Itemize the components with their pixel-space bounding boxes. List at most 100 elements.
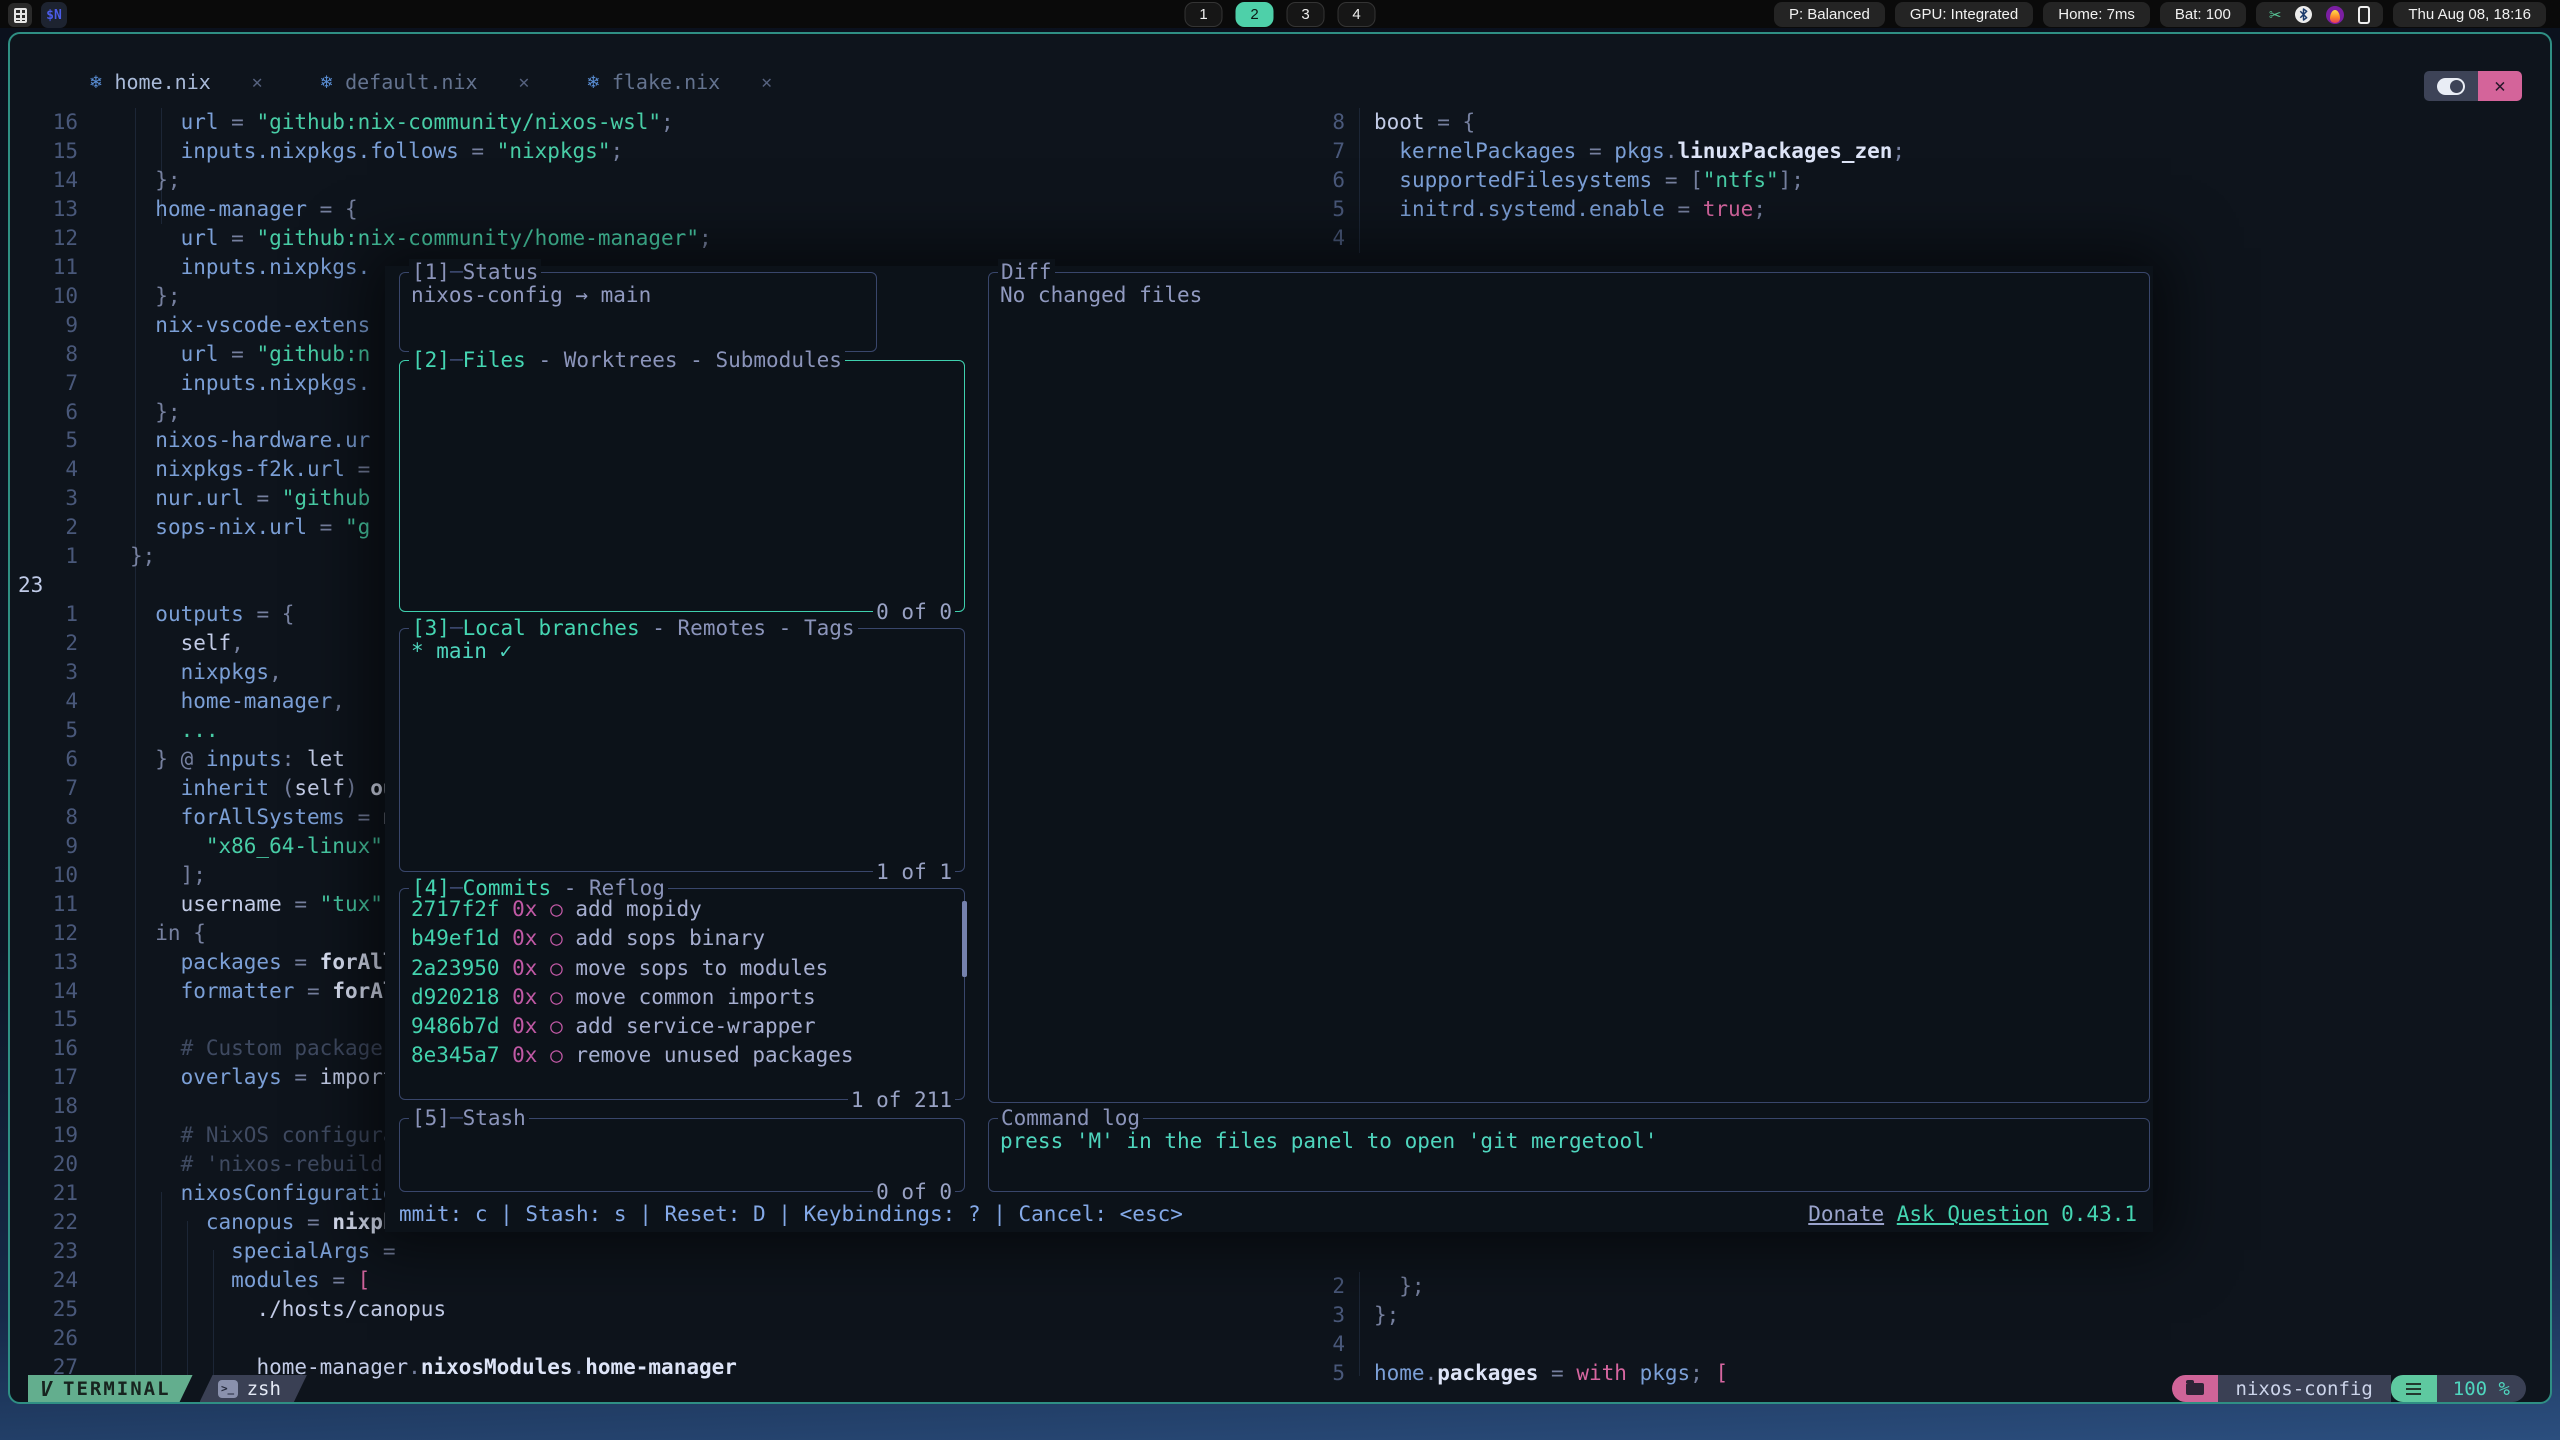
bluetooth-icon[interactable] xyxy=(2295,6,2312,23)
code-text: username = "tux"; xyxy=(130,890,396,919)
code-token xyxy=(130,979,181,1003)
code-token: = xyxy=(282,892,320,916)
lazygit-status-panel[interactable]: [1]─Status nixos-config → main xyxy=(399,272,877,352)
code-text: outputs = { xyxy=(130,600,294,629)
clock[interactable]: Thu Aug 08, 18:16 xyxy=(2393,2,2546,27)
mode-indicator[interactable]: VTERMINAL xyxy=(28,1375,193,1402)
status-pill[interactable]: Bat: 100 xyxy=(2160,2,2246,27)
repo-name[interactable]: nixos-config xyxy=(2218,1375,2391,1402)
code-token xyxy=(130,834,206,858)
code-line: 4 xyxy=(10,1330,2550,1359)
line-number: 4 xyxy=(1282,224,1345,253)
code-token: }; xyxy=(1374,1303,1399,1327)
lazygit-commits-panel[interactable]: [4]─Commits - Reflog 2717f2f 0x ○ add mo… xyxy=(399,888,965,1100)
code-token xyxy=(130,1123,181,1147)
panel-key: [5] xyxy=(412,1106,450,1130)
command-log-content: press 'M' in the files panel to open 'gi… xyxy=(1000,1127,1657,1156)
code-token: sops-nix.url xyxy=(155,515,307,539)
code-text: }; xyxy=(1374,1301,1399,1330)
scissors-icon[interactable]: ✂ xyxy=(2269,6,2282,24)
code-token: inputs.nixpkgs. xyxy=(181,371,371,395)
code-token: nixos-hardware.ur xyxy=(155,428,370,452)
code-token: = xyxy=(1652,168,1690,192)
code-token: "github xyxy=(282,486,371,510)
workspace-button-3[interactable]: 3 xyxy=(1287,2,1325,27)
lazygit-popup: [1]─Status nixos-config → main [2]─Files… xyxy=(385,266,2153,1232)
workspace-button-2[interactable]: 2 xyxy=(1236,2,1274,27)
status-pill[interactable]: P: Balanced xyxy=(1774,2,1885,27)
code-token xyxy=(130,631,181,655)
code-token: = xyxy=(345,457,370,481)
code-token: } @ xyxy=(130,747,206,771)
commit-row[interactable]: 9486b7d 0x ○ add service-wrapper xyxy=(411,1012,854,1041)
status-pill[interactable]: GPU: Integrated xyxy=(1895,2,2033,27)
commit-mark: 0x ○ xyxy=(512,985,575,1009)
lazygit-diff-panel[interactable]: Diff No changed files xyxy=(988,272,2150,1103)
code-line: 6 supportedFilesystems = ["ntfs"]; xyxy=(10,166,2550,195)
commit-hash: b49ef1d xyxy=(411,926,512,950)
lazygit-command-log-panel[interactable]: Command log press 'M' in the files panel… xyxy=(988,1118,2150,1192)
code-token: = { xyxy=(244,602,295,626)
commit-row[interactable]: b49ef1d 0x ○ add sops binary xyxy=(411,924,854,953)
bluetooth-glyph xyxy=(2298,8,2309,21)
code-token: "github:n xyxy=(256,342,370,366)
code-token xyxy=(1374,197,1399,221)
line-number: 13 xyxy=(18,948,78,977)
code-token xyxy=(130,776,181,800)
line-number: 14 xyxy=(18,977,78,1006)
apps-grid-icon[interactable] xyxy=(8,3,32,27)
phone-icon[interactable] xyxy=(2358,6,2370,24)
commit-row[interactable]: d920218 0x ○ move common imports xyxy=(411,983,854,1012)
commit-row[interactable]: 8e345a7 0x ○ remove unused packages xyxy=(411,1041,854,1070)
commit-row[interactable]: 2717f2f 0x ○ add mopidy xyxy=(411,895,854,924)
list-icon xyxy=(2406,1383,2421,1395)
shell-tab[interactable]: >_zsh xyxy=(200,1375,307,1402)
code-token xyxy=(130,371,181,395)
commit-row[interactable]: 2a23950 0x ○ move sops to modules xyxy=(411,954,854,983)
topbar-left-icons: $N xyxy=(8,2,67,28)
line-number: 23 xyxy=(18,1237,78,1266)
lazygit-stash-panel[interactable]: [5]─Stash 0 of 0 xyxy=(399,1118,965,1192)
commits-scrollbar[interactable] xyxy=(962,901,967,977)
commit-mark: 0x ○ xyxy=(512,956,575,980)
code-text: overlays = import xyxy=(130,1063,396,1092)
lazygit-files-panel[interactable]: [2]─Files - Worktrees - Submodules 0 of … xyxy=(399,360,965,612)
code-token: ; xyxy=(1791,168,1804,192)
code-token xyxy=(130,457,155,481)
zellij-status-bar: VTERMINAL >_zsh nixos-config 100 % xyxy=(10,1375,2550,1402)
code-text: nix-vscode-extens xyxy=(130,311,370,340)
code-token xyxy=(130,1036,181,1060)
commit-message: add mopidy xyxy=(575,897,701,921)
terminal-icon: >_ xyxy=(218,1380,238,1398)
line-number: 1 xyxy=(18,542,78,571)
workspace-button-1[interactable]: 1 xyxy=(1185,2,1223,27)
code-line: 3}; xyxy=(10,1301,2550,1330)
ask-question-link[interactable]: Ask Question xyxy=(1897,1202,2049,1226)
code-token: self xyxy=(294,776,345,800)
code-token: . xyxy=(1665,139,1678,163)
nix-shell-icon[interactable]: $N xyxy=(41,2,67,28)
code-text: home-manager, xyxy=(130,687,345,716)
code-token xyxy=(130,689,181,713)
commit-list: 2717f2f 0x ○ add mopidyb49ef1d 0x ○ add … xyxy=(411,895,854,1071)
donate-link[interactable]: Donate xyxy=(1808,1202,1884,1226)
code-token xyxy=(130,342,181,366)
status-pill[interactable]: Home: 7ms xyxy=(2043,2,2150,27)
repo-folder-segment[interactable] xyxy=(2172,1375,2218,1402)
line-number: 6 xyxy=(18,745,78,774)
line-number: 21 xyxy=(18,1179,78,1208)
branch-item[interactable]: * main ✓ xyxy=(411,637,512,666)
code-token: initrd.systemd.enable xyxy=(1399,197,1665,221)
commit-message: move common imports xyxy=(575,985,815,1009)
code-text: nixosConfiguratio xyxy=(130,1179,396,1208)
code-token: = xyxy=(282,1065,320,1089)
line-number: 7 xyxy=(18,774,78,803)
code-text: sops-nix.url = "g xyxy=(130,513,370,542)
line-number: 12 xyxy=(18,919,78,948)
code-token xyxy=(130,805,181,829)
workspace-button-4[interactable]: 4 xyxy=(1338,2,1376,27)
lazygit-branches-panel[interactable]: [3]─Local branches - Remotes - Tags * ma… xyxy=(399,628,965,872)
session-list-segment[interactable] xyxy=(2391,1375,2437,1402)
line-number: 10 xyxy=(18,861,78,890)
flame-icon[interactable] xyxy=(2326,6,2344,24)
